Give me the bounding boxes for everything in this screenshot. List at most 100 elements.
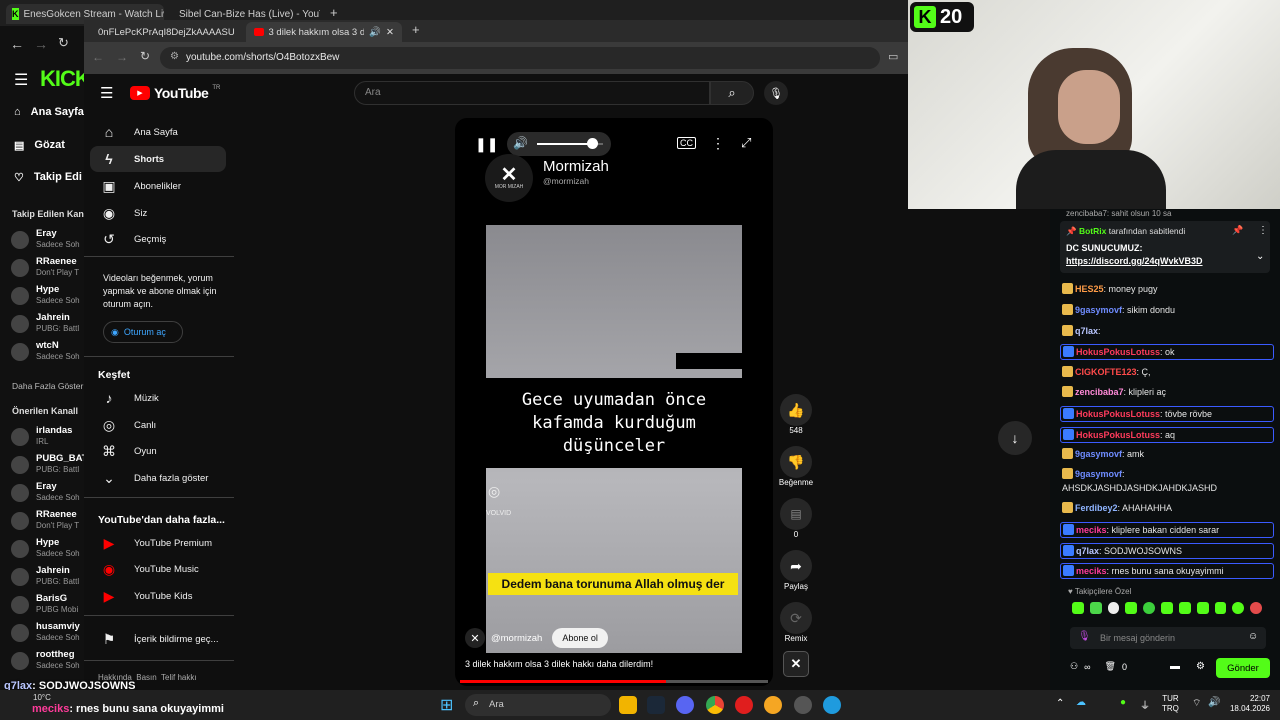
inner-tab-2-active[interactable]: 3 dilek hakkım olsa 3 dilek 🔊 ✕ [246,22,402,42]
progress-track[interactable] [460,680,768,683]
emote-icon[interactable] [1072,602,1084,614]
emote-icon[interactable] [1178,602,1191,614]
forward-icon[interactable]: → [116,50,128,64]
nav-subscriptions[interactable]: ▣ Abonelikler [90,173,226,199]
inner-tab-1[interactable]: 0nFLePcKPrAqI8DejZkAAAASU ✕ [90,22,240,42]
language-indicator[interactable]: TUR TRQ [1162,694,1179,714]
steam-icon[interactable] [647,696,665,714]
comments-button[interactable]: ▤ [780,498,812,530]
shorts-player[interactable]: ❚❚ 🔊 CC ⋮ ⤢ ✕ MOR MIZAH Mormizah @mormiz… [455,118,773,686]
chat-message[interactable]: 9gasymovf: amk [1062,447,1276,461]
nav-shorts[interactable]: ϟ Shorts [90,146,226,172]
chat-icon[interactable]: ▬ [1170,661,1180,672]
emote-icon[interactable] [1214,602,1227,614]
taskbar-search[interactable]: ⌕ Ara [465,694,611,716]
chat-username[interactable]: HES25 [1075,284,1104,294]
next-short-button[interactable]: ↓ [998,421,1032,455]
chat-message[interactable]: 9gasymovf: sikim dondu [1062,303,1276,317]
search-input[interactable]: Ara [354,81,710,105]
voice-search-button[interactable]: 🎙 [764,81,788,105]
nav-history[interactable]: ↺ Geçmiş [90,226,226,252]
unpin-icon[interactable]: 📌 [1232,225,1243,236]
back-icon[interactable]: ← [10,36,24,52]
new-tab-icon[interactable]: + [412,22,420,37]
tray-app-icon[interactable]: ● [1120,697,1126,708]
clock[interactable]: 22:07 18.04.2026 [1222,694,1270,714]
nav-show-more[interactable]: ⌄ Daha fazla göster [90,465,226,491]
emoji-icon[interactable]: ☺ [1248,631,1258,642]
kick-channel-item[interactable]: husamviy Sadece Soh [8,621,86,649]
new-tab-icon[interactable]: + [330,5,338,20]
kick-channel-item[interactable]: Jahrein PUBG: Battl [8,565,86,593]
chat-username[interactable]: meciks [1076,566,1107,576]
short-channel-handle[interactable]: @mormizah [491,633,542,644]
channel-name[interactable]: Mormizah [543,158,609,175]
audio-source-thumbnail[interactable]: ✕ [783,651,809,677]
chrome-icon[interactable] [706,696,724,714]
chat-username[interactable]: CIGKOFTE123 [1075,367,1137,377]
emote-icon[interactable] [1143,602,1156,614]
kick-nav-following[interactable]: ♡ Takip Edi [14,171,82,184]
app-icon[interactable] [794,696,812,714]
pause-icon[interactable]: ❚❚ [475,136,498,153]
nav-youtube-premium[interactable]: ▶ YouTube Premium [90,530,226,556]
kick-channel-item[interactable]: Eray Sadece Soh [8,228,86,256]
kick-channel-item[interactable]: RRaenee Don't Play T [8,256,86,284]
kick-channel-item[interactable]: wtcN Sadece Soh [8,340,86,368]
edge-icon[interactable] [823,696,841,714]
usb-icon[interactable]: ⏚ [1140,697,1150,712]
chat-username[interactable]: HokusPokusLotuss [1076,347,1160,357]
chat-message[interactable]: q7lax: SODJWOJSOWNS [1060,543,1274,559]
forward-icon[interactable]: → [34,36,48,52]
kick-channel-item[interactable]: RRaenee Don't Play T [8,509,86,537]
chat-message[interactable]: q7lax: [1062,324,1276,338]
menu-icon[interactable]: ☰ [100,84,113,102]
chat-message[interactable]: HokusPokusLotuss: tövbe rövbe [1060,406,1274,422]
nav-gaming[interactable]: ⌘ Oyun [90,438,226,464]
chat-message[interactable]: meciks: rnes bunu sana okuyayimmi [1060,563,1274,579]
microphone-icon[interactable]: 🎙 [1078,631,1091,642]
chat-username[interactable]: meciks [1076,525,1107,535]
kick-channel-item[interactable]: roottheg Sadece Soh [8,649,86,677]
fullscreen-icon[interactable]: ⤢ [741,135,751,151]
speaker-icon[interactable]: 🔊 [1208,697,1220,708]
kick-channel-item[interactable]: PUBG_BAT PUBG: Battl [8,453,88,481]
emote-icon[interactable] [1125,602,1138,614]
emote-icon[interactable] [1161,602,1173,614]
kick-channel-item[interactable]: BarisG PUBG Mobi [8,593,86,621]
channel-avatar-icon[interactable]: ✕ [465,628,485,648]
chat-username[interactable]: zencibaba7 [1075,387,1124,397]
windows-start-icon[interactable]: ⊞ [440,695,453,715]
volume-control[interactable]: 🔊 [507,132,611,156]
site-info-icon[interactable]: ⚙ [170,51,179,62]
like-button[interactable]: 👍 [780,394,812,426]
kick-channel-item[interactable]: irlandas IRL [8,425,86,453]
chat-username[interactable]: 9gasymovf [1075,305,1122,315]
signin-button[interactable]: ◉ Oturum aç [103,321,183,343]
chat-message[interactable]: Ferdibey2: AHAHAHHA [1062,501,1276,515]
nav-live[interactable]: ◎ Canlı [90,412,226,438]
reload-icon[interactable]: ↻ [140,49,150,63]
video-frame[interactable]: Gece uyumadan önce kafamda kurduğum düşü… [486,225,742,653]
nav-home[interactable]: ⌂ Ana Sayfa [90,119,226,145]
speaker-icon[interactable]: 🔊 [369,27,381,38]
discord-icon[interactable] [676,696,694,714]
show-more-link[interactable]: Daha Fazla Göster [12,381,83,391]
wifi-icon[interactable]: ⌔ [1192,697,1201,710]
chevron-up-icon[interactable]: ⌃ [1056,698,1064,709]
chat-username[interactable]: HokusPokusLotuss [1076,430,1160,440]
volume-icon[interactable]: 🔊 [513,136,528,150]
url-field[interactable]: ⚙ youtube.com/shorts/O4BotozxBew [160,47,880,69]
kick-channel-item[interactable]: Hype Sadece Soh [8,284,86,312]
send-button[interactable]: Gönder [1216,658,1270,678]
pinned-link[interactable]: https://discord.gg/24qWvkVB3D [1066,256,1203,266]
opera-icon[interactable] [735,696,753,714]
users-icon[interactable]: ⚇ [1070,661,1078,672]
nav-report[interactable]: ⚑ İçerik bildirme geç... [90,626,226,652]
chat-message[interactable]: HES25: money pugy [1062,282,1276,296]
emote-icon[interactable] [1107,602,1120,614]
emote-icon[interactable] [1232,602,1245,614]
file-explorer-icon[interactable] [619,696,637,714]
menu-icon[interactable]: ☰ [14,70,28,90]
back-icon[interactable]: ← [92,50,104,64]
